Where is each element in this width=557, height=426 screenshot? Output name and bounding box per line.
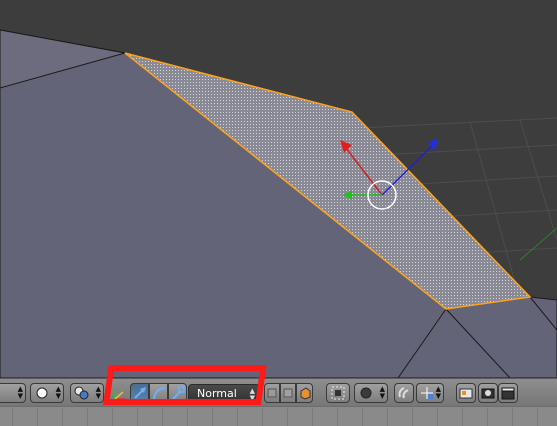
timeline-tick: [37, 408, 38, 426]
timeline-tick: [312, 408, 313, 426]
render-animation-button[interactable]: [498, 383, 518, 403]
manipulator-axes-icon: [114, 389, 125, 400]
camera-render-icon: [481, 388, 495, 399]
timeline-tick: [162, 408, 163, 426]
rotate-manipulator-button[interactable]: [149, 383, 168, 403]
limit-selection-icon: [331, 386, 345, 400]
timeline-tick: [262, 408, 263, 426]
timeline-tick: [212, 408, 213, 426]
opengl-render-button[interactable]: [456, 383, 476, 403]
timeline-tick: [237, 408, 238, 426]
edge-select-button[interactable]: [280, 383, 296, 403]
snap-target-select[interactable]: ▲ ▼: [416, 383, 444, 403]
snap-magnet-icon: [398, 387, 409, 399]
translate-arrow-icon: [134, 387, 146, 399]
timeline-tick: [337, 408, 338, 426]
timeline-tick: [487, 408, 488, 426]
proportional-edit-icon: [360, 387, 372, 399]
timeline-strip[interactable]: [0, 406, 557, 426]
vertex-select-button[interactable]: [264, 383, 280, 403]
timeline-tick: [412, 408, 413, 426]
viewport-canvas: [0, 0, 557, 378]
blender-3d-view: ▲ ▼ ▲ ▼ ▲ ▼ ▲ ▼ ▲ ▼ Normal ▲ ▼: [0, 0, 557, 426]
scale-manipulator-button[interactable]: [168, 383, 187, 403]
pivot-point-select[interactable]: ▲ ▼: [30, 383, 64, 403]
face-select-icon: [300, 387, 311, 400]
mode-select[interactable]: ▲ ▼: [0, 383, 26, 403]
face-select-button[interactable]: [296, 383, 313, 403]
snap-element-select[interactable]: ▲ ▼: [70, 383, 104, 403]
render-image-button[interactable]: [478, 383, 498, 403]
3d-viewport[interactable]: [0, 0, 557, 378]
manipulator-toggle-button[interactable]: [110, 383, 130, 403]
timeline-tick: [437, 408, 438, 426]
pivot-dot-icon: [36, 387, 48, 399]
opengl-render-icon: [459, 388, 473, 399]
timeline-tick: [187, 408, 188, 426]
timeline-tick: [387, 408, 388, 426]
select-arrows-icon: ▲ ▼: [17, 385, 23, 400]
clapperboard-render-icon: [501, 387, 515, 400]
timeline-tick: [87, 408, 88, 426]
snap-spheres-icon: [74, 386, 89, 400]
transform-orientation-select[interactable]: Normal ▲ ▼: [188, 384, 260, 404]
timeline-tick: [362, 408, 363, 426]
timeline-tick: [512, 408, 513, 426]
select-arrows-icon: ▲ ▼: [95, 385, 101, 400]
select-arrows-icon: ▲ ▼: [435, 385, 441, 400]
edge-select-icon: [283, 388, 293, 398]
timeline-tick: [537, 408, 538, 426]
3d-view-header: ▲ ▼ ▲ ▼ ▲ ▼ ▲ ▼ ▲ ▼: [0, 378, 557, 406]
transform-orientation-value: Normal: [197, 387, 237, 400]
translate-manipulator-button[interactable]: [130, 383, 149, 403]
rotate-arc-icon: [153, 387, 166, 400]
timeline-tick: [462, 408, 463, 426]
timeline-tick: [62, 408, 63, 426]
timeline-tick: [112, 408, 113, 426]
limit-selection-button[interactable]: [326, 383, 350, 403]
scale-corner-icon: [172, 386, 185, 400]
snap-target-icon: [421, 387, 433, 399]
timeline-tick: [287, 408, 288, 426]
proportional-edit-select[interactable]: ▲ ▼: [354, 383, 388, 403]
select-arrows-icon: ▲ ▼: [379, 385, 385, 400]
select-arrows-icon: ▲ ▼: [55, 385, 61, 400]
timeline-tick: [12, 408, 13, 426]
select-arrows-icon: ▲ ▼: [249, 387, 255, 402]
snap-toggle-button[interactable]: [394, 383, 414, 403]
timeline-tick: [137, 408, 138, 426]
vertex-select-icon: [267, 388, 277, 398]
